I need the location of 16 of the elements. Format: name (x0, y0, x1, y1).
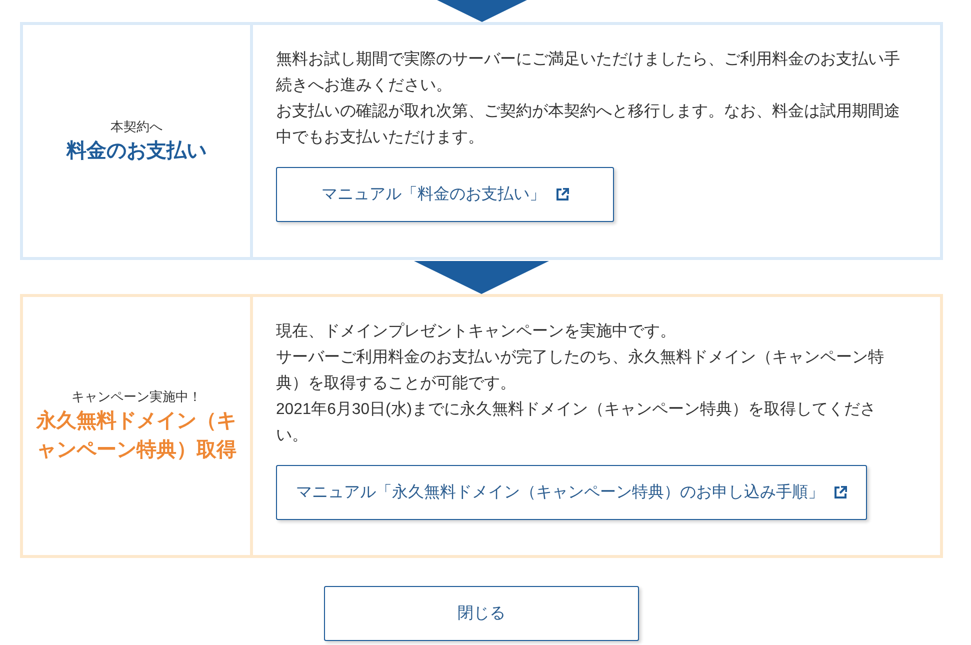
description-text: 2021年6月30日(水)までに永久無料ドメイン（キャンペーン特典）を取得してください。 (276, 400, 878, 446)
external-link-icon (834, 486, 847, 499)
description-text: サーバーご利用料金のお支払いが完了したのち、永久無料ドメイン（キャンペーン特典）を取得することが可能です。 (276, 348, 885, 394)
manual-link-button[interactable]: マニュアル「料金のお支払い」 (276, 167, 614, 222)
manual-link-button[interactable]: マニュアル「永久無料ドメイン（キャンペーン特典）のお申し込み手順」 (276, 465, 867, 520)
down-arrow-icon (436, 0, 526, 22)
description-text: 無料お試し期間で実際のサーバーにご満足いただけましたら、ご利用料金のお支払い手続きへお進みください。 (276, 50, 900, 96)
step-lead-text: 本契約へ (110, 118, 162, 136)
external-link-icon (556, 188, 568, 201)
close-button[interactable]: 閉じる (324, 586, 639, 641)
description-text: 現在、ドメインプレゼントキャンペーンを実施中です。 (276, 322, 677, 342)
step-title: 料金のお支払い (66, 138, 206, 164)
step-lead-text: キャンペーン実施中！ (72, 388, 202, 406)
description-text: お支払いの確認が取れ次第、ご契約が本契約へと移行します。なお、料金は試用期間途中でもお支払いただけます。 (276, 102, 900, 148)
down-arrow-icon (414, 261, 549, 294)
step-title: 永久無料ドメイン（キャンペーン特典）取得 (35, 408, 238, 463)
